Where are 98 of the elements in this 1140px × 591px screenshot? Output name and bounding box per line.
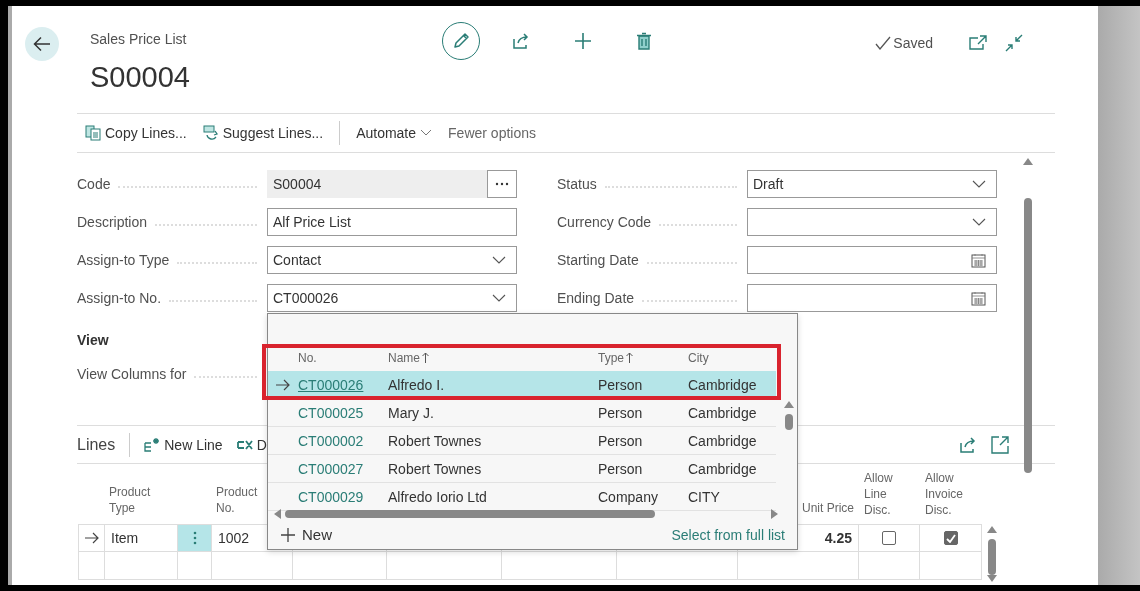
dropdown-field[interactable]: Draft [747,170,997,198]
table-cell-text: Alfredo Iorio Ltd [388,488,488,505]
contact-number-link[interactable]: CT000002 [298,432,364,449]
back-arrow-icon [33,36,51,52]
table-cell-text: Alfredo I. [388,376,446,393]
table-cell-text: Person [598,404,644,421]
row-menu-cell[interactable] [178,524,212,552]
lookup-row[interactable]: CT000026 Alfredo I. Person Cambridge [268,371,776,399]
column-header[interactable]: No. [298,350,317,365]
table-cell-text: CITY [688,488,721,505]
table-cell-text: Robert Townes [388,432,483,449]
chevron-down-icon [492,256,506,264]
action-button[interactable]: Fewer options [448,125,536,141]
back-button[interactable] [25,27,59,61]
delete-line-button[interactable]: D [236,436,267,453]
field-label: Currency Code [557,214,652,230]
scrollbar[interactable] [986,526,998,582]
action-button[interactable]: Copy Lines... [85,125,187,141]
plus-icon [280,526,296,543]
more-button[interactable] [487,170,517,198]
refresh-icon [202,125,219,141]
expand-icon[interactable] [991,435,1009,454]
copy-icon [85,125,101,141]
field-label: Assign-to Type [77,252,170,268]
new-line-button[interactable]: New Line [144,436,223,453]
table-cell-text: Person [598,376,644,393]
chevron-down-icon [972,180,986,188]
column-header: Unit Price [802,500,854,516]
field-label: Ending Date [557,290,635,306]
table-cell-text: Mary J. [388,404,435,421]
contact-number-link[interactable]: CT000027 [298,460,364,477]
date-field[interactable] [747,284,997,312]
field-value: CT000026 [273,290,339,306]
chevron-down-icon [972,218,986,226]
page-caption: Sales Price List [90,31,188,47]
column-header: Product Type [109,484,152,516]
text-field[interactable]: Alf Price List [267,208,517,236]
field-value: Draft [753,176,784,192]
column-header[interactable]: City [688,350,709,365]
contact-number-link[interactable]: CT000029 [298,488,364,505]
share-icon[interactable] [959,435,977,454]
share-icon[interactable] [512,32,530,50]
code-field[interactable]: S00004 [267,170,487,198]
sort-arrow-icon [422,352,429,363]
field-label: Description [77,214,148,230]
field-label: View Columns for [77,366,187,382]
table-cell [178,552,212,580]
lookup-row[interactable]: CT000027 Robert Townes Person Cambridge [268,455,776,483]
contact-number-link[interactable]: CT000026 [298,376,364,393]
table-cell-text: Cambridge [688,432,758,449]
calendar-icon[interactable] [971,252,986,268]
table-cell-text: Person [598,460,644,477]
column-header: Product No. [216,484,259,516]
automate-menu[interactable]: Automate [356,125,433,141]
group-title: View [77,332,110,348]
column-header: Allow Line Disc. [864,470,894,518]
table-cell-text: Company [598,488,659,505]
pencil-icon [451,31,471,51]
saved-status: Saved [893,35,933,51]
chevron-down-icon [420,129,433,137]
date-field[interactable] [747,246,997,274]
row-arrow-icon [276,378,290,391]
field-label: Code [77,176,111,192]
collapse-icon[interactable] [1005,34,1023,52]
action-button[interactable]: Suggest Lines... [202,125,324,141]
table-cell-text: Cambridge [688,460,758,477]
table-cell-text: Robert Townes [388,460,483,477]
table-cell-text: Cambridge [688,404,758,421]
field-label: Status [557,176,597,192]
sort-arrow-icon [626,352,633,363]
lookup-row[interactable]: CT000002 Robert Townes Person Cambridge [268,427,776,455]
more-options-icon[interactable] [192,531,197,545]
field-value: Contact [273,252,322,268]
table-cell-text: Person [598,432,644,449]
page-title: S00004 [90,61,191,94]
contact-number-link[interactable]: CT000025 [298,404,364,421]
check-icon [875,36,892,50]
dropdown-field[interactable]: Contact [267,246,517,274]
table-cell-text: Cambridge [688,376,758,393]
scrollbar[interactable] [274,508,778,520]
column-header[interactable]: Name [388,350,429,365]
section-title: Lines [77,435,116,454]
ellipsis-icon [495,182,509,186]
field-label: Starting Date [557,252,639,268]
open-new-window-icon[interactable] [969,35,987,51]
trash-icon[interactable] [636,32,652,50]
chevron-down-icon [492,294,506,302]
add-icon[interactable] [574,32,592,50]
lookup-row[interactable]: CT000025 Mary J. Person Cambridge [268,399,776,427]
calendar-icon[interactable] [971,290,986,306]
dropdown-field[interactable] [747,208,997,236]
field-label: Assign-to No. [77,290,162,306]
new-line-icon [144,437,161,452]
checkbox[interactable] [943,531,958,545]
dropdown-field[interactable]: CT000026 [267,284,517,312]
column-header: Allow Invoice Disc. [925,470,965,518]
column-header[interactable]: Type [598,350,633,365]
checkbox[interactable] [882,531,896,545]
